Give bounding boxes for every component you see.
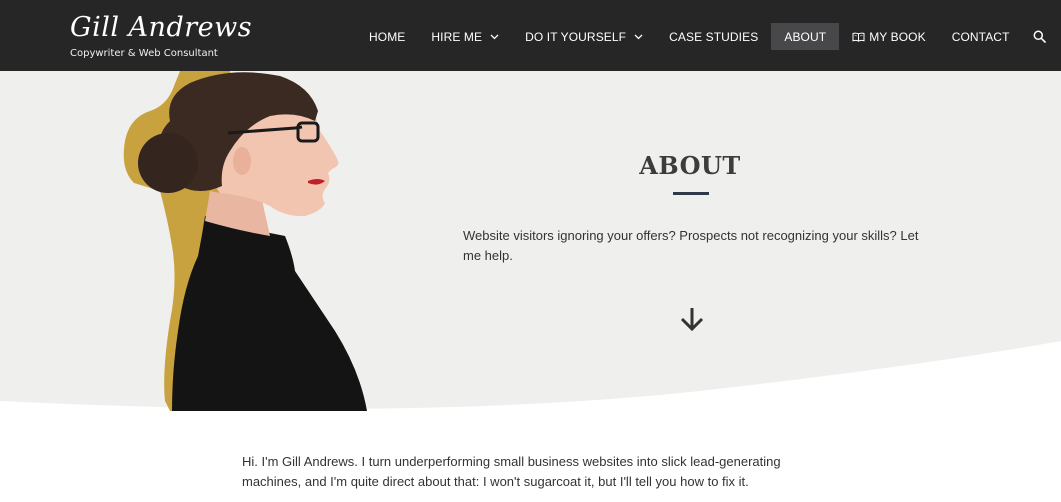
site-header: Gill Andrews Copywriter & Web Consultant… xyxy=(0,0,1061,71)
nav-item-label: CONTACT xyxy=(951,29,1010,44)
search-button[interactable] xyxy=(1025,23,1054,50)
search-icon xyxy=(1033,30,1046,43)
nav-item-label: HIRE ME xyxy=(431,29,483,44)
hero-section: ABOUT Website visitors ignoring your off… xyxy=(0,71,1061,411)
chevron-down-icon xyxy=(490,34,499,39)
site-logo[interactable]: Gill Andrews Copywriter & Web Consultant xyxy=(70,10,252,59)
title-underline xyxy=(673,192,709,195)
main-nav: HOME HIRE ME DO IT YOURSELF CASE STUDIES… xyxy=(356,23,1054,50)
nav-item-label: ABOUT xyxy=(784,29,827,44)
nav-item-my-book[interactable]: MY BOOK xyxy=(839,23,939,50)
nav-item-do-it-yourself[interactable]: DO IT YOURSELF xyxy=(512,23,656,50)
nav-item-label: HOME xyxy=(369,29,406,44)
nav-item-contact[interactable]: CONTACT xyxy=(939,23,1023,50)
arrow-down-icon[interactable] xyxy=(679,306,705,332)
nav-item-case-studies[interactable]: CASE STUDIES xyxy=(656,23,771,50)
logo-tagline: Copywriter & Web Consultant xyxy=(70,48,218,59)
nav-item-label: DO IT YOURSELF xyxy=(525,29,627,44)
hero-lead-text: Website visitors ignoring your offers? P… xyxy=(463,228,919,263)
page-title: ABOUT xyxy=(639,151,741,180)
logo-text: Gill Andrews xyxy=(70,12,253,43)
chevron-down-icon xyxy=(634,34,643,39)
book-icon xyxy=(852,32,865,42)
nav-item-label: CASE STUDIES xyxy=(669,29,759,44)
intro-paragraph: Hi. I'm Gill Andrews. I turn underperfor… xyxy=(242,454,781,489)
nav-item-home[interactable]: HOME xyxy=(356,23,418,50)
nav-item-label: MY BOOK xyxy=(869,29,926,44)
nav-item-about[interactable]: ABOUT xyxy=(771,23,840,50)
nav-item-hire-me[interactable]: HIRE ME xyxy=(418,23,512,50)
portrait-image xyxy=(123,71,367,411)
